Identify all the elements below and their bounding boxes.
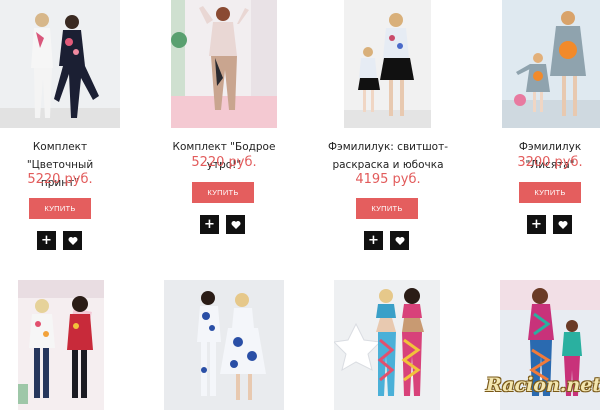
product-price: 5220 руб.	[191, 155, 257, 170]
plus-icon: +	[204, 217, 215, 232]
heart-icon	[558, 220, 567, 229]
heart-icon	[231, 220, 240, 229]
product-title-line: Комплект "Цветочный	[26, 141, 94, 171]
plus-icon: +	[368, 233, 379, 248]
product-price: 5220 руб.	[27, 172, 93, 187]
plus-icon: +	[531, 217, 542, 232]
plus-icon: +	[41, 233, 52, 248]
watermark-logo: Racion.net	[486, 374, 600, 396]
add-to-cart-button[interactable]: +	[527, 215, 546, 234]
buy-button[interactable]: купить	[192, 182, 254, 203]
add-to-cart-button[interactable]: +	[200, 215, 219, 234]
product-photo-row2-2[interactable]	[164, 280, 284, 410]
heart-icon	[68, 236, 77, 245]
add-to-favorites-button[interactable]	[63, 231, 82, 250]
product-price: 3200 руб.	[517, 155, 583, 170]
buy-button[interactable]: купить	[519, 182, 581, 203]
add-to-favorites-button[interactable]	[226, 215, 245, 234]
add-to-favorites-button[interactable]	[553, 215, 572, 234]
heart-icon	[395, 236, 404, 245]
buy-button[interactable]: купить	[29, 198, 91, 219]
product-photo-good-morning[interactable]	[171, 0, 277, 128]
add-to-favorites-button[interactable]	[390, 231, 409, 250]
product-photo-family-sweatshirt-skirt[interactable]	[344, 0, 431, 128]
add-to-cart-button[interactable]: +	[364, 231, 383, 250]
buy-button[interactable]: купить	[356, 198, 418, 219]
product-photo-fox-family[interactable]	[502, 0, 600, 128]
product-photo-flower-print[interactable]	[0, 0, 120, 128]
product-photo-row2-3[interactable]	[334, 280, 440, 410]
add-to-cart-button[interactable]: +	[37, 231, 56, 250]
product-price: 4195 руб.	[355, 172, 421, 187]
product-title-line: Фэмилилук: свитшот-	[327, 141, 449, 153]
product-title[interactable]: Фэмилилук: свитшот- раскраска и юбочка	[326, 138, 450, 174]
product-photo-row2-1[interactable]	[18, 280, 104, 410]
